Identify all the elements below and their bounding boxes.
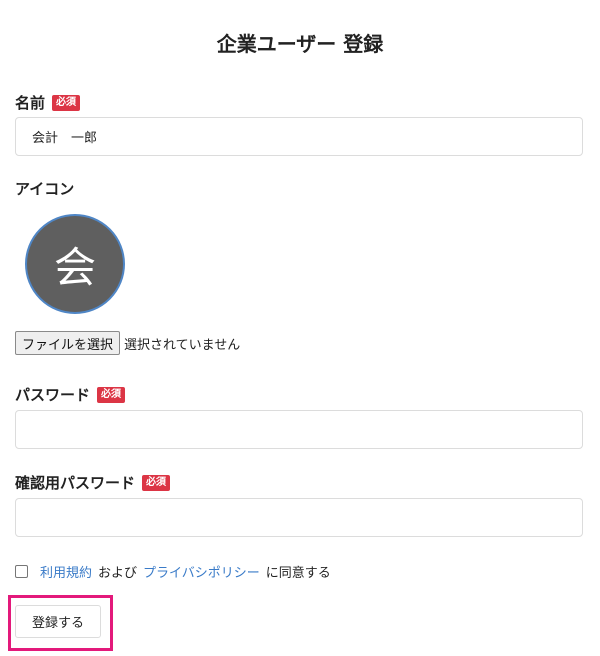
agree-suffix-text: に同意する <box>265 566 331 581</box>
page-title: 企業ユーザー 登録 <box>216 32 384 56</box>
required-badge: 必須 <box>97 386 126 403</box>
choose-file-button[interactable]: ファイルを選択 <box>15 331 121 355</box>
required-badge: 必須 <box>142 474 171 491</box>
file-row: ファイルを選択 選択されていません <box>15 331 240 355</box>
name-label: 名前 <box>15 94 46 112</box>
password-confirm-label-row: 確認用パスワード 必須 <box>15 472 171 493</box>
file-status: 選択されていません <box>124 337 241 353</box>
and-text: および <box>98 566 138 581</box>
agreement-row: 利用規約 および プライバシポリシー に同意する <box>15 562 333 581</box>
password-confirm-label: 確認用パスワード <box>15 474 136 492</box>
required-badge: 必須 <box>52 94 81 111</box>
password-input[interactable] <box>15 410 583 449</box>
agree-checkbox[interactable] <box>15 565 28 578</box>
terms-link[interactable]: 利用規約 <box>40 562 92 581</box>
registration-page: 企業ユーザー 登録 名前 必須 アイコン 会 ファイルを選択 選択されていません… <box>0 0 600 656</box>
password-confirm-input[interactable] <box>15 498 583 537</box>
avatar-text: 会 <box>53 242 96 292</box>
password-label: パスワード <box>15 386 91 404</box>
icon-label: アイコン <box>15 180 75 198</box>
privacy-policy-link[interactable]: プライバシポリシー <box>143 562 260 581</box>
icon-label-row: アイコン <box>15 178 74 199</box>
password-label-row: パスワード 必須 <box>15 384 126 405</box>
avatar: 会 <box>25 214 125 314</box>
name-label-row: 名前 必須 <box>15 92 81 113</box>
submit-button[interactable]: 登録する <box>15 605 101 638</box>
name-input[interactable] <box>15 117 583 156</box>
